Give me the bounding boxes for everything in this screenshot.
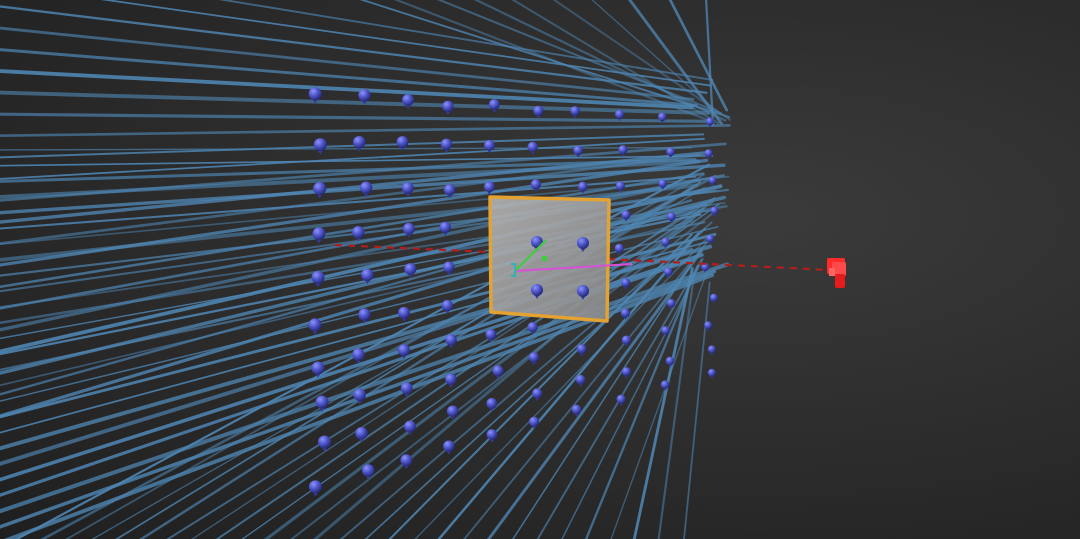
arrowhead-icon <box>443 261 455 276</box>
arrowhead-icon <box>532 388 543 402</box>
arrowhead-icon <box>488 99 500 113</box>
arrowhead-icon <box>486 398 498 412</box>
arrowhead-icon <box>708 176 717 187</box>
arrowhead-icon <box>359 181 373 198</box>
arrowhead-icon <box>402 222 415 238</box>
arrowhead-icon <box>445 334 457 349</box>
arrowhead-icon <box>402 94 414 109</box>
field-ray <box>632 267 694 539</box>
arrowhead-icon <box>443 440 455 455</box>
scene-canvas[interactable] <box>0 0 1080 539</box>
arrowhead-icon <box>575 374 586 387</box>
arrowhead-icon <box>709 293 718 304</box>
gizmo-y-handle[interactable] <box>542 256 547 261</box>
arrowhead-icon <box>570 106 580 119</box>
arrowhead-icon <box>352 225 365 242</box>
arrowhead-icon <box>707 368 716 379</box>
field-ray <box>215 200 714 539</box>
field-ray <box>0 124 731 138</box>
arrowhead-icon <box>442 100 454 115</box>
arrowhead-icon <box>441 299 454 315</box>
arrowhead-icon <box>313 138 327 155</box>
field-ray <box>100 0 712 87</box>
arrowhead-icon <box>615 181 625 193</box>
arrowhead-icon <box>530 179 541 193</box>
selected-plane[interactable] <box>488 195 611 323</box>
arrowhead-icon <box>312 227 326 244</box>
field-ray <box>0 146 693 151</box>
arrowhead-icon <box>528 352 540 366</box>
3d-viewport[interactable] <box>0 0 1080 539</box>
arrowhead-icon <box>440 138 453 153</box>
arrowhead-icon <box>401 182 414 197</box>
arrowhead-icon <box>704 149 713 160</box>
arrowhead-icon <box>533 105 544 119</box>
field-ray <box>0 112 714 123</box>
arrowhead-icon <box>398 306 411 322</box>
arrowhead-icon <box>616 394 626 407</box>
arrowhead-icon <box>355 426 368 443</box>
arrowhead-icon <box>621 278 631 290</box>
arrowhead-icon <box>618 145 628 157</box>
arrowhead-icon <box>660 380 670 392</box>
light-emitter-icon[interactable] <box>827 258 846 288</box>
arrowhead-icon <box>352 348 365 364</box>
arrowhead-icon <box>527 141 538 155</box>
arrowhead-icon <box>308 318 322 335</box>
arrowhead-icon <box>663 267 673 279</box>
arrowhead-icon <box>621 367 631 379</box>
field-ray <box>683 281 711 539</box>
arrowhead-icon <box>707 345 716 356</box>
arrowhead-icon <box>445 373 457 388</box>
arrowhead-icon <box>576 344 587 357</box>
arrowhead-icon <box>308 480 322 497</box>
arrowhead-icon <box>313 182 327 199</box>
arrowhead-icon <box>311 270 325 288</box>
arrowhead-icon <box>614 243 624 256</box>
arrowhead-icon <box>528 416 540 430</box>
